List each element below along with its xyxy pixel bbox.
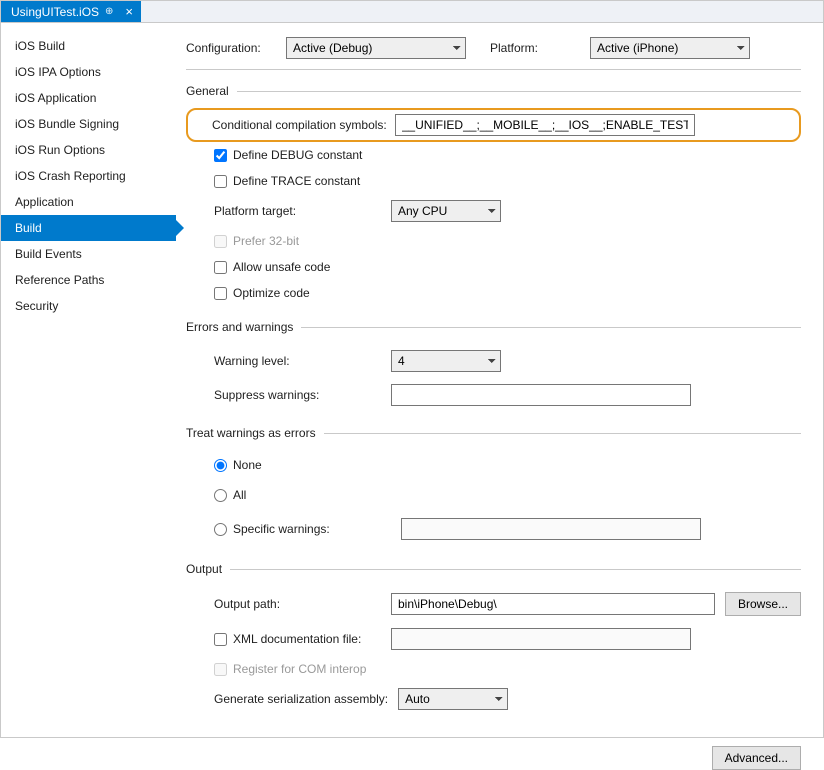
configuration-row: Configuration: Active (Debug) Platform: … — [186, 37, 801, 59]
gen-serialization-label: Generate serialization assembly: — [186, 692, 388, 706]
content: iOS Build iOS IPA Options iOS Applicatio… — [1, 23, 823, 737]
warning-level-row: Warning level: 4 — [186, 350, 801, 372]
sidebar: iOS Build iOS IPA Options iOS Applicatio… — [1, 23, 176, 737]
suppress-warnings-label: Suppress warnings: — [186, 388, 381, 402]
main-panel: Configuration: Active (Debug) Platform: … — [176, 23, 823, 737]
sidebar-item-ios-run-options[interactable]: iOS Run Options — [1, 137, 176, 163]
pin-icon[interactable]: ⊕ — [105, 6, 113, 17]
output-path-input[interactable] — [391, 593, 715, 615]
platform-target-label: Platform target: — [186, 204, 381, 218]
section-output-title: Output — [186, 562, 222, 576]
warning-level-select[interactable]: 4 — [391, 350, 501, 372]
treat-none-radio[interactable] — [214, 459, 227, 472]
treat-none-label: None — [233, 458, 262, 472]
prefer-32bit-checkbox — [214, 235, 227, 248]
advanced-row: Advanced... — [186, 746, 801, 770]
platform-label: Platform: — [490, 41, 580, 55]
treat-all-label: All — [233, 488, 246, 502]
treat-specific-radio[interactable] — [214, 523, 227, 536]
treat-none-row: None — [214, 458, 801, 472]
optimize-checkbox[interactable] — [214, 287, 227, 300]
allow-unsafe-label: Allow unsafe code — [233, 260, 330, 274]
define-debug-row: Define DEBUG constant — [214, 148, 801, 162]
suppress-warnings-input[interactable] — [391, 384, 691, 406]
optimize-row: Optimize code — [214, 286, 801, 300]
close-icon[interactable]: × — [125, 5, 133, 18]
output-path-row: Output path: Browse... — [186, 592, 801, 616]
register-com-row: Register for COM interop — [214, 662, 801, 676]
sidebar-item-reference-paths[interactable]: Reference Paths — [1, 267, 176, 293]
sidebar-item-build[interactable]: Build — [1, 215, 176, 241]
xml-doc-row: XML documentation file: — [186, 628, 801, 650]
define-trace-checkbox[interactable] — [214, 175, 227, 188]
sidebar-item-build-events[interactable]: Build Events — [1, 241, 176, 267]
suppress-warnings-row: Suppress warnings: — [186, 384, 801, 406]
register-com-checkbox — [214, 663, 227, 676]
sidebar-item-ios-application[interactable]: iOS Application — [1, 85, 176, 111]
section-treat-title: Treat warnings as errors — [186, 426, 316, 440]
section-errors: Errors and warnings — [186, 320, 801, 334]
conditional-compilation-label: Conditional compilation symbols: — [194, 118, 387, 132]
treat-specific-label: Specific warnings: — [233, 522, 395, 536]
output-path-label: Output path: — [186, 597, 381, 611]
divider — [186, 69, 801, 70]
platform-target-select[interactable]: Any CPU — [391, 200, 501, 222]
tab-active[interactable]: UsingUITest.iOS ⊕ × — [1, 1, 141, 22]
sidebar-item-ios-build[interactable]: iOS Build — [1, 33, 176, 59]
prefer-32bit-label: Prefer 32-bit — [233, 234, 299, 248]
define-trace-row: Define TRACE constant — [214, 174, 801, 188]
divider — [301, 327, 801, 328]
gen-serialization-row: Generate serialization assembly: Auto — [186, 688, 801, 710]
xml-doc-label: XML documentation file: — [233, 632, 361, 646]
sidebar-item-security[interactable]: Security — [1, 293, 176, 319]
define-debug-label: Define DEBUG constant — [233, 148, 362, 162]
sidebar-item-ios-bundle-signing[interactable]: iOS Bundle Signing — [1, 111, 176, 137]
configuration-select[interactable]: Active (Debug) — [286, 37, 466, 59]
xml-doc-input — [391, 628, 691, 650]
configuration-label: Configuration: — [186, 41, 276, 55]
platform-select[interactable]: Active (iPhone) — [590, 37, 750, 59]
treat-all-radio[interactable] — [214, 489, 227, 502]
optimize-label: Optimize code — [233, 286, 310, 300]
treat-all-row: All — [214, 488, 801, 502]
tab-title: UsingUITest.iOS — [11, 5, 99, 19]
conditional-compilation-input[interactable] — [395, 114, 695, 136]
tab-bar: UsingUITest.iOS ⊕ × — [1, 1, 823, 23]
sidebar-item-application[interactable]: Application — [1, 189, 176, 215]
allow-unsafe-checkbox[interactable] — [214, 261, 227, 274]
advanced-button[interactable]: Advanced... — [712, 746, 801, 770]
divider — [324, 433, 801, 434]
section-treat: Treat warnings as errors — [186, 426, 801, 440]
divider — [230, 569, 801, 570]
conditional-compilation-row: Conditional compilation symbols: — [186, 108, 801, 142]
define-trace-label: Define TRACE constant — [233, 174, 360, 188]
xml-doc-checkbox[interactable] — [214, 633, 227, 646]
section-errors-title: Errors and warnings — [186, 320, 293, 334]
section-general-title: General — [186, 84, 229, 98]
platform-target-row: Platform target: Any CPU — [186, 200, 801, 222]
section-output: Output — [186, 562, 801, 576]
define-debug-checkbox[interactable] — [214, 149, 227, 162]
section-general: General — [186, 84, 801, 98]
treat-specific-input — [401, 518, 701, 540]
allow-unsafe-row: Allow unsafe code — [214, 260, 801, 274]
sidebar-item-ios-crash-reporting[interactable]: iOS Crash Reporting — [1, 163, 176, 189]
sidebar-item-ios-ipa[interactable]: iOS IPA Options — [1, 59, 176, 85]
prefer-32bit-row: Prefer 32-bit — [214, 234, 801, 248]
treat-specific-row: Specific warnings: — [214, 518, 801, 540]
gen-serialization-select[interactable]: Auto — [398, 688, 508, 710]
browse-button[interactable]: Browse... — [725, 592, 801, 616]
divider — [237, 91, 801, 92]
register-com-label: Register for COM interop — [233, 662, 366, 676]
warning-level-label: Warning level: — [186, 354, 381, 368]
